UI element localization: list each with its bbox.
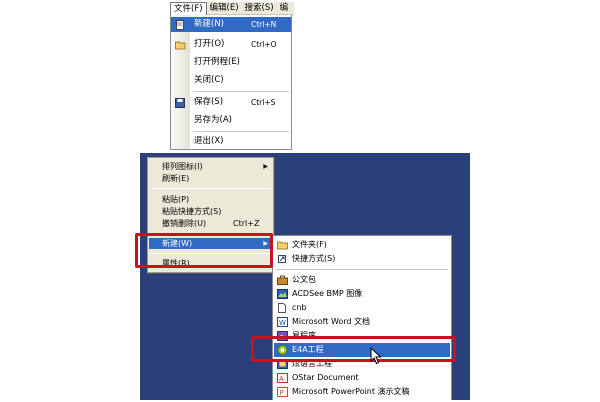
submenu-folder-label: 文件夹(F): [292, 240, 327, 249]
menu-divider: [151, 188, 271, 189]
submenu-folder[interactable]: 文件夹(F): [274, 238, 450, 252]
open-folder-icon: [175, 40, 186, 50]
menu-divider: [193, 91, 289, 92]
ctx-arrange-icons-label: 排列图标(I): [162, 162, 203, 171]
svg-text:W: W: [279, 319, 286, 327]
menu-search[interactable]: 搜索(S): [242, 2, 277, 15]
menu-edit[interactable]: 编辑(E): [207, 2, 242, 15]
ctx-paste-shortcut[interactable]: 粘贴快捷方式(S): [149, 206, 273, 217]
ostar-doc-icon: A: [277, 373, 288, 383]
file-menu-save-label: 保存(S): [194, 97, 224, 107]
new-file-icon: [175, 20, 185, 30]
file-menu-exit[interactable]: 退出(X): [171, 134, 291, 149]
ctx-undo-delete-label: 撤销删除(U): [162, 219, 207, 228]
file-menu-new-shortcut: Ctrl+N: [251, 20, 277, 29]
ppt-icon: P: [277, 387, 288, 397]
ctx-undo-delete-shortcut: Ctrl+Z: [233, 219, 260, 228]
submenu-briefcase[interactable]: 公文包: [274, 273, 450, 287]
ctx-paste[interactable]: 粘贴(P): [149, 194, 273, 205]
bmp-image-icon: [277, 289, 288, 299]
ctx-undo-delete[interactable]: 撤销删除(U) Ctrl+Z: [149, 218, 273, 229]
file-menu-dropdown: 新建(N) Ctrl+N 打开(O) Ctrl+O 打开例程(E) 关闭(C) …: [170, 15, 292, 150]
ctx-paste-label: 粘贴(P): [162, 195, 190, 204]
submenu-word-doc-label: Microsoft Word 文档: [292, 317, 371, 326]
file-menu-new-label: 新建(N): [194, 19, 224, 29]
submenu-shortcut-label: 快捷方式(S): [292, 254, 336, 263]
file-menu-close[interactable]: 关闭(C): [171, 73, 291, 88]
submenu-briefcase-label: 公文包: [292, 275, 316, 284]
highlight-box-e4a: [251, 336, 456, 362]
submenu-powerpoint[interactable]: P Microsoft PowerPoint 演示文稿: [274, 385, 450, 399]
submenu-ostar-doc-label: OStar Document: [292, 373, 359, 382]
highlight-box-new: [135, 233, 273, 268]
svg-text:P: P: [280, 389, 284, 397]
file-menu-open-shortcut: Ctrl+O: [251, 40, 277, 49]
submenu-arrow-icon: ▶: [263, 163, 268, 170]
word-doc-icon: W: [277, 317, 288, 327]
file-menu-open-example[interactable]: 打开例程(E): [171, 55, 291, 70]
file-menu-save[interactable]: 保存(S) Ctrl+S: [171, 95, 291, 110]
save-disk-icon: [175, 98, 185, 108]
menu-file[interactable]: 文件(F): [170, 1, 207, 15]
blank-file-icon: [277, 303, 288, 313]
mouse-cursor-icon: [370, 346, 384, 365]
briefcase-icon: [277, 275, 288, 285]
file-menu-new[interactable]: 新建(N) Ctrl+N: [171, 17, 291, 32]
submenu-word-doc[interactable]: W Microsoft Word 文档: [274, 315, 450, 329]
menu-divider: [276, 269, 448, 270]
folder-icon: [277, 240, 288, 250]
svg-text:A: A: [279, 375, 284, 383]
file-menu-open-example-label: 打开例程(E): [194, 57, 241, 67]
submenu-bmp-image-label: ACDSee BMP 图像: [292, 289, 363, 298]
submenu-bmp-image[interactable]: ACDSee BMP 图像: [274, 287, 450, 301]
ctx-paste-shortcut-label: 粘贴快捷方式(S): [162, 207, 222, 216]
submenu-powerpoint-label: Microsoft PowerPoint 演示文稿: [292, 387, 410, 396]
menu-more[interactable]: 编: [277, 2, 292, 15]
submenu-cnb-label: cnb: [292, 303, 307, 312]
file-menu-open[interactable]: 打开(O) Ctrl+O: [171, 37, 291, 52]
ctx-arrange-icons[interactable]: 排列图标(I) ▶: [149, 161, 273, 172]
submenu-cnb[interactable]: cnb: [274, 301, 450, 315]
submenu-shortcut[interactable]: 快捷方式(S): [274, 252, 450, 266]
file-menu-exit-label: 退出(X): [194, 136, 224, 146]
file-menu-save-as[interactable]: 另存为(A): [171, 113, 291, 128]
file-menu-save-shortcut: Ctrl+S: [251, 98, 276, 107]
submenu-ostar-doc[interactable]: A OStar Document: [274, 371, 450, 385]
file-menu-save-as-label: 另存为(A): [194, 115, 232, 125]
new-submenu: 文件夹(F) 快捷方式(S) 公文包 ACDSee BMP 图像 cnb W M…: [272, 235, 452, 400]
ctx-refresh-label: 刷新(E): [162, 174, 190, 183]
shortcut-icon: [277, 254, 288, 264]
ctx-refresh[interactable]: 刷新(E): [149, 173, 273, 184]
menu-bar: 文件(F) 编辑(E) 搜索(S) 编: [170, 1, 294, 15]
menu-divider: [193, 131, 289, 132]
file-menu-close-label: 关闭(C): [194, 75, 224, 85]
file-menu-open-label: 打开(O): [194, 39, 225, 49]
